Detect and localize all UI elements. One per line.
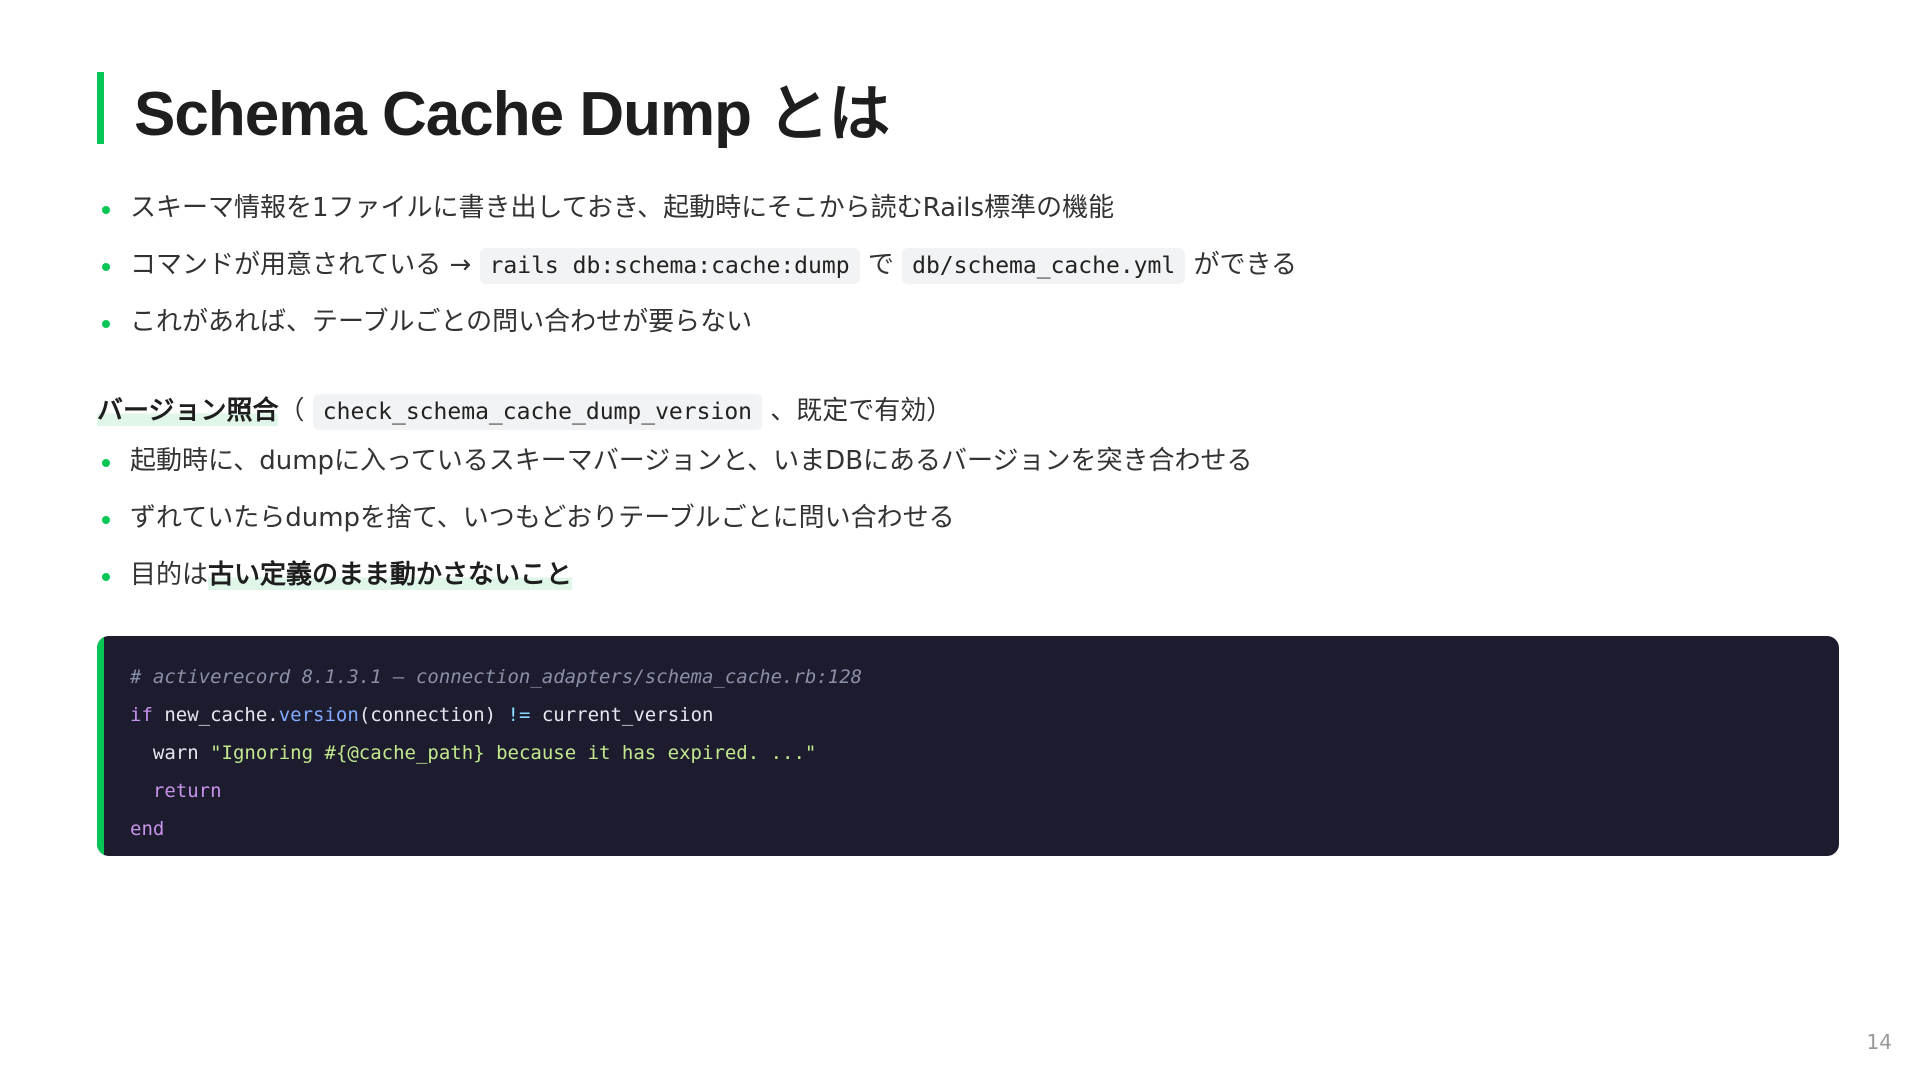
heading-rest: 、既定で有効） [762, 396, 953, 426]
code-line: return [130, 772, 862, 810]
bullet-text: ができる [1185, 250, 1297, 280]
heading-paren: （ [278, 396, 313, 426]
code-comment: # activerecord 8.1.3.1 — connection_adap… [130, 666, 863, 688]
code-line: # activerecord 8.1.3.1 — connection_adap… [130, 658, 862, 696]
list-item: 目的は古い定義のまま動かさないこと [100, 547, 1253, 604]
bullet-dot [102, 206, 110, 214]
code-lines: # activerecord 8.1.3.1 — connection_adap… [130, 658, 862, 848]
code-keyword: if [130, 704, 153, 726]
bullet-text: コマンドが用意されている → [130, 250, 480, 280]
version-bullet-list: 起動時に、dumpに入っているスキーマバージョンと、いまDBにあるバージョンを突… [100, 433, 1253, 604]
bullet-text: で [859, 250, 903, 280]
code-text: (connection) [358, 704, 508, 726]
code-line: end [130, 810, 862, 848]
bullet-dot [102, 573, 110, 581]
bullet-text: これがあれば、テーブルごとの問い合わせが要らない [130, 307, 753, 337]
code-keyword: return [152, 780, 222, 802]
list-item: 起動時に、dumpに入っているスキーマバージョンと、いまDBにあるバージョンを突… [100, 433, 1253, 490]
list-item: ずれていたらdumpを捨て、いつもどおりテーブルごとに問い合わせる [100, 490, 1253, 547]
code-keyword: end [130, 818, 165, 840]
title-accent-bar [97, 72, 104, 144]
bullet-text: 目的は [130, 560, 209, 590]
emphasized-text: 古い定義のまま動かさないこと [208, 560, 573, 590]
slide: Schema Cache Dump とは スキーマ情報を1ファイルに書き出してお… [0, 0, 1920, 1080]
bullet-text: スキーマ情報を1ファイルに書き出しておき、起動時にそこから読むRails標準の機… [130, 193, 1115, 223]
code-line: warn "Ignoring #{@cache_path} because it… [130, 734, 862, 772]
code-text: current_version [530, 704, 714, 726]
code-string: "Ignoring #{@cache_path} because it has … [210, 742, 817, 764]
page-number: 14 [1866, 1030, 1892, 1054]
code-operator: != [507, 704, 531, 726]
version-section-heading: バージョン照合（ check_schema_cache_dump_version… [97, 386, 952, 436]
list-item: これがあれば、テーブルごとの問い合わせが要らない [100, 294, 1297, 351]
code-accent-bar [97, 636, 104, 856]
bullet-dot [102, 320, 110, 328]
inline-code-file: db/schema_cache.yml [902, 248, 1186, 284]
bullet-text: ずれていたらdumpを捨て、いつもどおりテーブルごとに問い合わせる [130, 503, 955, 533]
bullet-text: 起動時に、dumpに入っているスキーマバージョンと、いまDBにあるバージョンを突… [130, 446, 1253, 476]
code-block: # activerecord 8.1.3.1 — connection_adap… [97, 636, 1839, 856]
page-title: Schema Cache Dump とは [134, 80, 890, 149]
inline-code-option: check_schema_cache_dump_version [312, 394, 763, 430]
bullet-dot [102, 263, 110, 271]
code-method: version [278, 704, 359, 726]
bullet-dot [102, 459, 110, 467]
list-item: スキーマ情報を1ファイルに書き出しておき、起動時にそこから読むRails標準の機… [100, 180, 1297, 237]
title-area: Schema Cache Dump とは [97, 72, 890, 149]
highlighted-heading: バージョン照合 [97, 396, 279, 426]
intro-bullet-list: スキーマ情報を1ファイルに書き出しておき、起動時にそこから読むRails標準の機… [100, 180, 1297, 351]
bullet-dot [102, 516, 110, 524]
list-item: コマンドが用意されている → rails db:schema:cache:dum… [100, 237, 1297, 294]
code-text: new_cache. [152, 704, 279, 726]
code-text: warn [152, 742, 211, 764]
code-line: if new_cache.version(connection) != curr… [130, 696, 862, 734]
inline-code-command: rails db:schema:cache:dump [479, 248, 860, 284]
